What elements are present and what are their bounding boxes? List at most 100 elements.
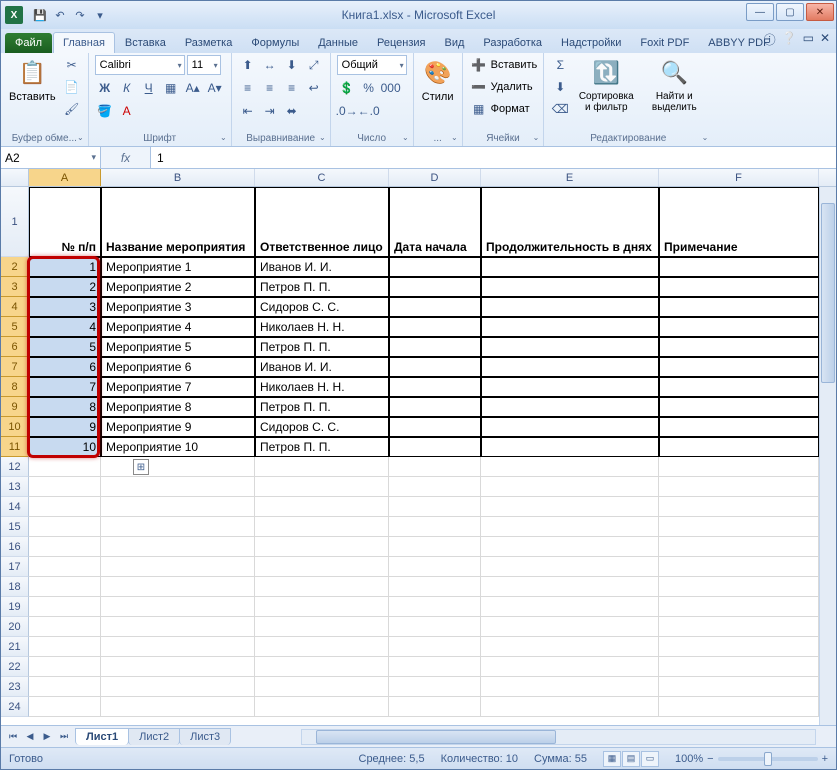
row-header[interactable]: 14 [1,497,29,517]
comma-icon[interactable]: 000 [381,78,401,98]
cell[interactable] [659,557,819,577]
cut-icon[interactable]: ✂ [62,55,82,75]
cell[interactable] [659,577,819,597]
tab-formulas[interactable]: Формулы [242,33,308,53]
cell[interactable]: Дата начала [389,187,481,257]
cell[interactable]: 7 [29,377,101,397]
tab-home[interactable]: Главная [53,32,115,53]
cell[interactable] [659,277,819,297]
cell[interactable] [481,657,659,677]
cell[interactable] [389,377,481,397]
sheet-next-icon[interactable]: ▶ [39,731,55,742]
help-icon[interactable]: ❔ [782,31,797,48]
cell[interactable] [255,697,389,717]
cell[interactable] [481,317,659,337]
tab-data[interactable]: Данные [309,33,367,53]
cell[interactable]: Петров П. П. [255,337,389,357]
cell[interactable] [29,677,101,697]
cell[interactable] [29,657,101,677]
cell[interactable] [101,517,255,537]
cell[interactable] [481,297,659,317]
cell[interactable] [659,637,819,657]
row-header[interactable]: 23 [1,677,29,697]
cell[interactable] [659,457,819,477]
align-middle-icon[interactable]: ↔ [260,55,280,75]
font-name-combo[interactable]: Calibri [95,55,185,75]
cell[interactable] [29,617,101,637]
align-center-icon[interactable]: ≡ [260,78,280,98]
cell[interactable] [389,317,481,337]
clear-icon[interactable]: ⌫ [550,99,570,119]
cell[interactable] [255,517,389,537]
cell[interactable] [659,257,819,277]
merge-icon[interactable]: ⬌ [282,101,302,121]
cell[interactable] [481,277,659,297]
format-cells-label[interactable]: Формат [491,103,530,115]
autosum-icon[interactable]: Σ [550,55,570,75]
cell[interactable] [659,657,819,677]
row-header[interactable]: 11 [1,437,29,457]
cell[interactable] [481,417,659,437]
cell[interactable] [101,677,255,697]
tab-review[interactable]: Рецензия [368,33,435,53]
cell[interactable] [389,497,481,517]
cell[interactable] [481,357,659,377]
cell[interactable]: Сидоров С. С. [255,417,389,437]
cell[interactable] [659,597,819,617]
cell[interactable]: Сидоров С. С. [255,297,389,317]
delete-cells-label[interactable]: Удалить [491,81,533,93]
formula-input[interactable]: 1 [151,147,836,168]
cell[interactable] [29,517,101,537]
cell[interactable] [389,357,481,377]
cell[interactable]: Мероприятие 3 [101,297,255,317]
zoom-level[interactable]: 100% [675,753,703,765]
horizontal-scrollbar[interactable] [301,729,816,745]
view-break-icon[interactable]: ▭ [641,751,659,767]
paste-button[interactable]: 📋 Вставить [7,55,58,105]
vertical-scrollbar[interactable] [819,187,836,725]
cell[interactable] [659,337,819,357]
row-header[interactable]: 19 [1,597,29,617]
cell[interactable] [481,337,659,357]
col-header-A[interactable]: A [29,169,101,186]
cell[interactable] [255,497,389,517]
cell[interactable] [389,597,481,617]
bold-button[interactable]: Ж [95,78,115,98]
row-header[interactable]: 10 [1,417,29,437]
cell[interactable] [659,417,819,437]
font-size-combo[interactable]: 11 [187,55,221,75]
view-layout-icon[interactable]: ▤ [622,751,640,767]
format-cells-icon[interactable]: ▦ [469,99,489,119]
cell[interactable] [659,317,819,337]
sheet-prev-icon[interactable]: ◀ [22,731,38,742]
row-header[interactable]: 6 [1,337,29,357]
cell[interactable] [659,677,819,697]
cell[interactable] [29,597,101,617]
cell[interactable] [481,637,659,657]
sheet-last-icon[interactable]: ⏭ [56,731,72,742]
format-painter-icon[interactable]: 🖌 [62,99,82,119]
cell[interactable]: Примечание [659,187,819,257]
cell[interactable]: 4 [29,317,101,337]
cell[interactable] [481,557,659,577]
cell[interactable] [481,257,659,277]
cell[interactable] [101,557,255,577]
hscroll-thumb[interactable] [316,730,556,744]
cell[interactable] [389,337,481,357]
cell[interactable]: Иванов И. И. [255,257,389,277]
undo-icon[interactable]: ↶ [51,6,69,24]
cell[interactable]: Ответственное лицо [255,187,389,257]
cell[interactable] [389,697,481,717]
cell[interactable] [101,697,255,717]
wrap-text-icon[interactable]: ↩ [304,78,324,98]
cell[interactable] [389,537,481,557]
copy-icon[interactable]: 📄 [62,77,82,97]
cell[interactable] [101,637,255,657]
zoom-slider[interactable] [718,757,818,761]
cell[interactable] [389,417,481,437]
cell[interactable] [481,517,659,537]
tab-developer[interactable]: Разработка [474,33,551,53]
insert-cells-label[interactable]: Вставить [491,59,538,71]
col-header-E[interactable]: E [481,169,659,186]
sort-filter-button[interactable]: 🔃 Сортировка и фильтр [574,55,638,115]
